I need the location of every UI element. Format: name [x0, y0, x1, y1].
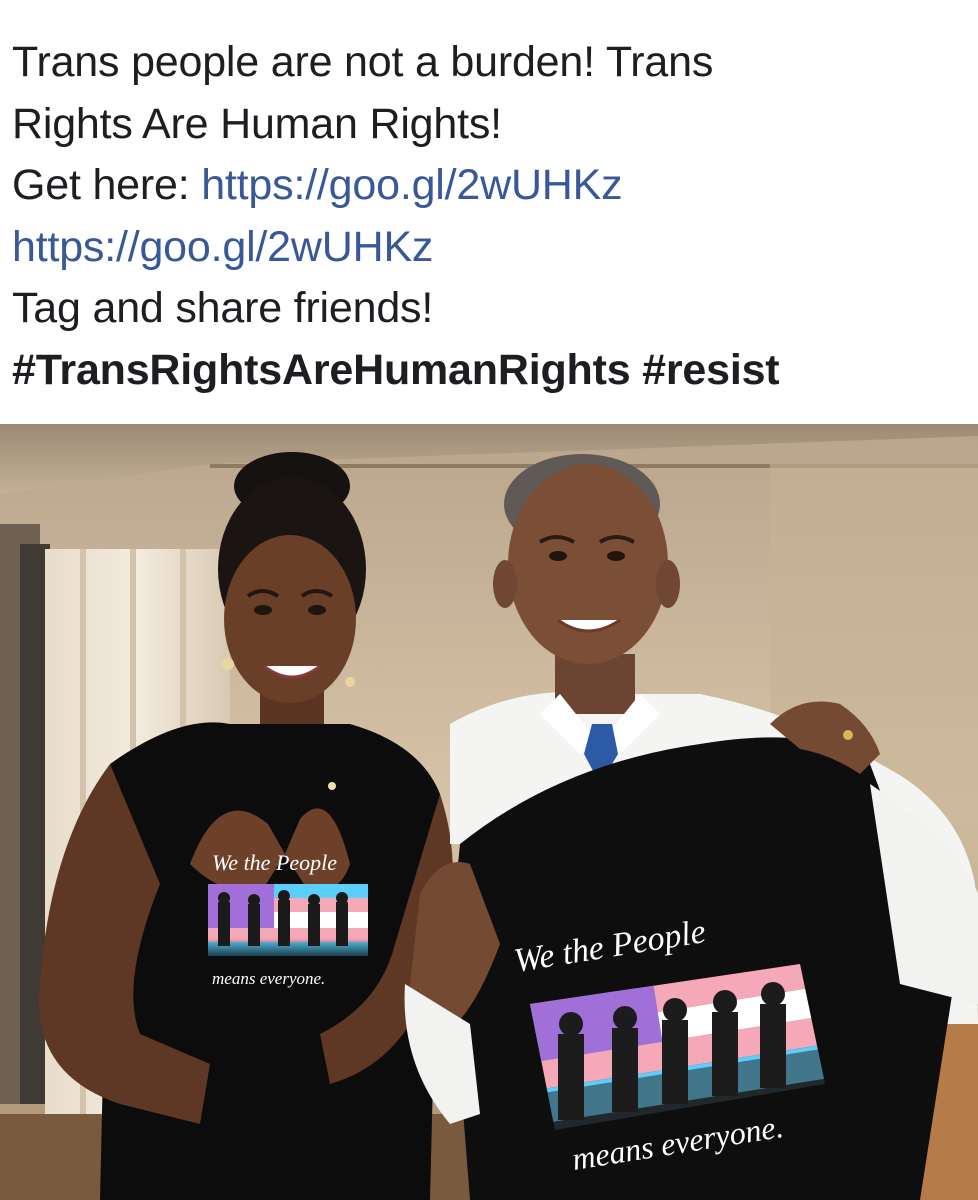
left-shirt-caption: means everyone. [212, 969, 325, 988]
post-line-3: Get here: https://goo.gl/2wUHKz [12, 155, 964, 217]
hashtag-trans-rights[interactable]: #TransRightsAreHumanRights [12, 346, 631, 394]
left-shirt-flag [208, 884, 368, 956]
post-line-2: Rights Are Human Rights! [12, 99, 502, 148]
product-link-1[interactable]: https://goo.gl/2wUHKz [201, 161, 622, 209]
product-link-2[interactable]: https://goo.gl/2wUHKz [12, 223, 433, 271]
post-photo[interactable]: We the People means everyone. We the Peo… [0, 424, 978, 1200]
post-text: Trans people are not a burden! Trans Rig… [0, 0, 978, 422]
post-line-1: Trans people are not a burden! Trans [12, 38, 714, 86]
hashtag-resist[interactable]: #resist [642, 346, 779, 394]
photo-illustration: We the People means everyone. We the Peo… [0, 424, 978, 1200]
post-line-4: https://goo.gl/2wUHKz [12, 217, 964, 279]
hashtags-line: #TransRightsAreHumanRights #resist [12, 340, 964, 402]
get-here-label: Get here: [12, 161, 202, 209]
post-line-5: Tag and share friends! [12, 284, 434, 332]
left-shirt-title: We the People [212, 850, 337, 875]
